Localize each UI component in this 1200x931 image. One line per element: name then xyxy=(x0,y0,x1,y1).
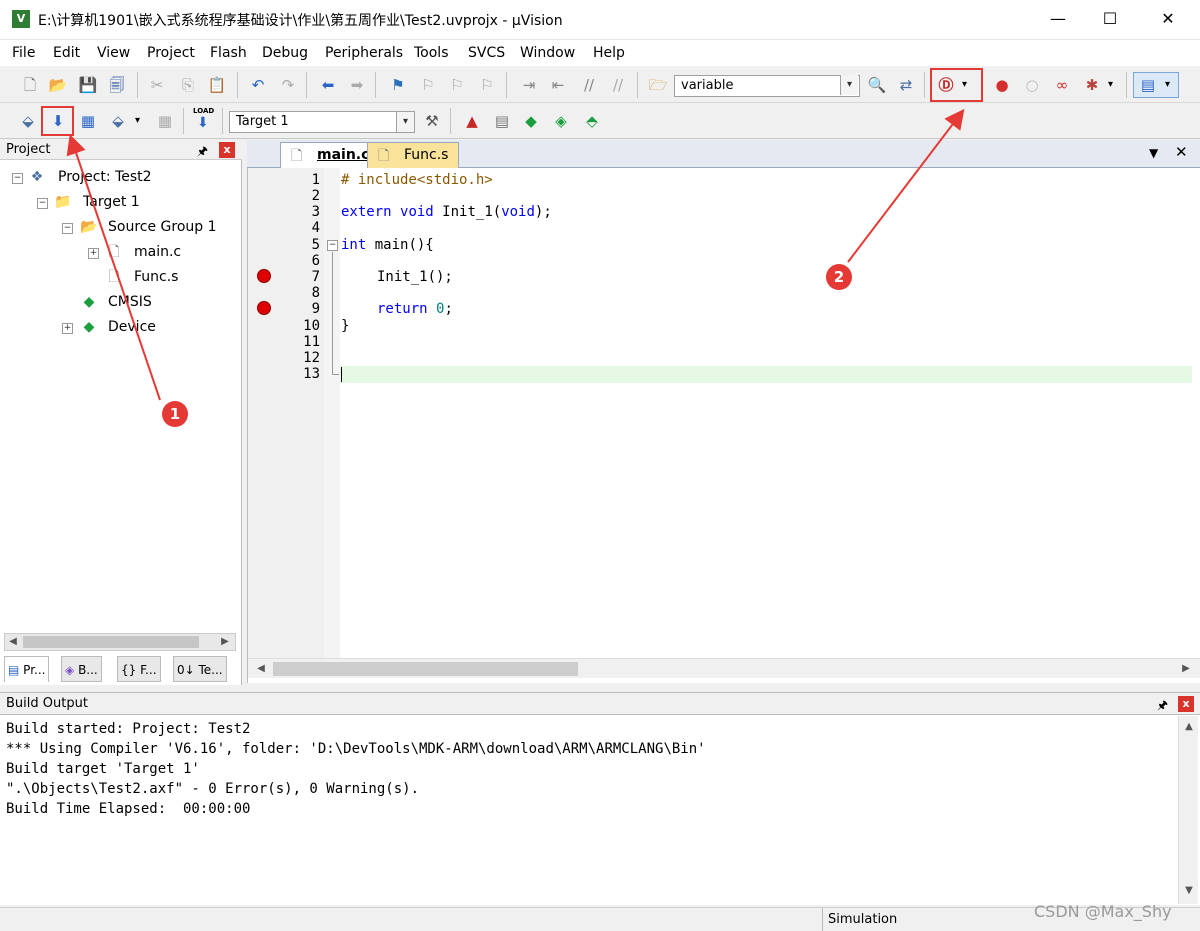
annotation-arrows xyxy=(66,108,965,401)
annotation-arrow-2 xyxy=(847,108,965,263)
annotation-badge-1: 1 xyxy=(162,401,188,427)
annotation-arrow-1 xyxy=(66,134,161,401)
annotation-badge-2: 2 xyxy=(826,264,852,290)
